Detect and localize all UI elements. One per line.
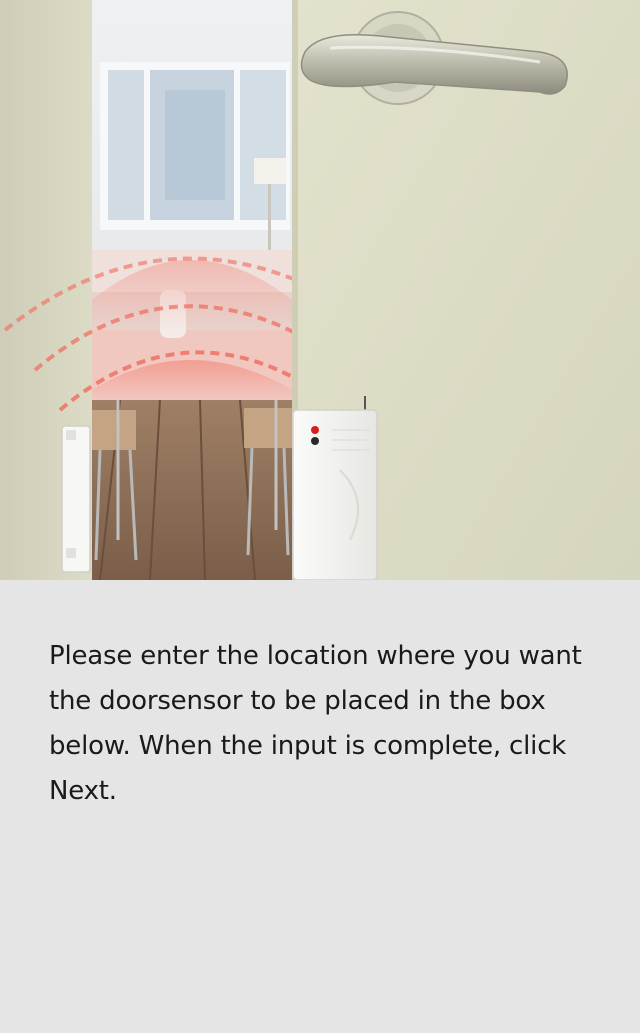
led-dark-icon [311,437,319,445]
door-sensor-unit [292,396,378,580]
door-sensor-illustration [0,0,640,580]
door-sensor-setup-screen: Please enter the location where you want… [0,0,640,1033]
instruction-text: Please enter the location where you want… [49,641,582,806]
magnet-unit [61,425,91,573]
led-red-icon [311,426,319,434]
